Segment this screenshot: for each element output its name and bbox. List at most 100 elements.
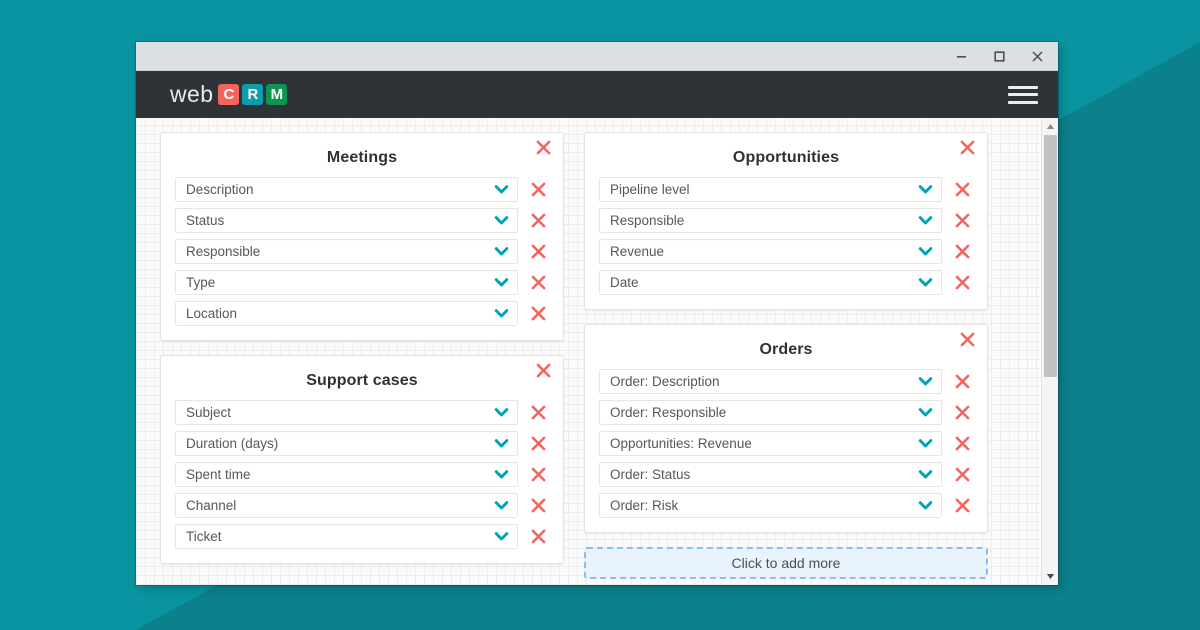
scrollbar-up-button[interactable] — [1042, 118, 1059, 135]
delete-x-icon — [955, 182, 970, 197]
field-select[interactable]: Order: Description — [599, 369, 942, 394]
delete-x-icon — [531, 275, 546, 290]
field-select[interactable]: Ticket — [175, 524, 518, 549]
field-delete-button[interactable] — [528, 274, 549, 291]
field-delete-button[interactable] — [952, 274, 973, 291]
delete-x-icon — [955, 436, 970, 451]
field-delete-button[interactable] — [528, 243, 549, 260]
field-select-label: Revenue — [610, 244, 665, 259]
field-delete-button[interactable] — [952, 373, 973, 390]
add-more-label: Click to add more — [731, 555, 841, 571]
panel-meetings: Meetings Description Status Responsible Type… — [160, 132, 564, 341]
field-delete-button[interactable] — [952, 497, 973, 514]
field-select-label: Ticket — [186, 529, 222, 544]
panel-close-icon — [536, 363, 551, 378]
panel-opportunities: Opportunities Pipeline level Responsible Re… — [584, 132, 988, 310]
scrollbar-track[interactable] — [1042, 135, 1059, 568]
hamburger-bar-3 — [1008, 100, 1038, 104]
field-select-label: Pipeline level — [610, 182, 690, 197]
scrollbar-thumb[interactable] — [1043, 135, 1057, 378]
chevron-down-icon — [918, 438, 933, 449]
hamburger-bar-1 — [1008, 85, 1038, 89]
field-select[interactable]: Order: Responsible — [599, 400, 942, 425]
window-close-button[interactable] — [1018, 42, 1056, 70]
field-delete-button[interactable] — [528, 528, 549, 545]
field-select-label: Status — [186, 213, 225, 228]
logo-tile-r: R — [242, 84, 264, 105]
panel-title: Meetings — [326, 149, 398, 166]
field-select[interactable]: Pipeline level — [599, 177, 942, 202]
field-select[interactable]: Opportunities: Revenue — [599, 431, 942, 456]
field-row: Order: Description — [599, 369, 973, 394]
delete-x-icon — [955, 405, 970, 420]
hamburger-bar-2 — [1008, 93, 1038, 96]
field-delete-button[interactable] — [528, 212, 549, 229]
panel-close-button[interactable] — [535, 362, 552, 379]
field-row: Description — [175, 177, 549, 202]
field-delete-button[interactable] — [952, 181, 973, 198]
panel-orders: Orders Order: Description Order: Responsib… — [584, 324, 988, 533]
window-maximize-button[interactable] — [980, 42, 1018, 70]
minimize-icon — [956, 55, 966, 58]
field-row: Status — [175, 208, 549, 233]
field-select[interactable]: Date — [599, 270, 942, 295]
field-select[interactable]: Spent time — [175, 462, 518, 487]
webcrm-logo[interactable]: web C R M — [170, 81, 290, 108]
field-select-label: Order: Responsible — [610, 405, 727, 420]
field-delete-button[interactable] — [952, 404, 973, 421]
field-select[interactable]: Order: Status — [599, 462, 942, 487]
field-delete-button[interactable] — [952, 212, 973, 229]
field-select[interactable]: Location — [175, 301, 518, 326]
chevron-down-icon — [918, 277, 933, 288]
delete-x-icon — [955, 467, 970, 482]
hamburger-menu-icon[interactable] — [1008, 84, 1038, 106]
delete-x-icon — [531, 244, 546, 259]
field-delete-button[interactable] — [528, 305, 549, 322]
delete-x-icon — [955, 213, 970, 228]
chevron-down-icon — [494, 308, 509, 319]
field-delete-button[interactable] — [528, 466, 549, 483]
panel-close-button[interactable] — [959, 331, 976, 348]
field-select[interactable]: Duration (days) — [175, 431, 518, 456]
field-select[interactable]: Order: Risk — [599, 493, 942, 518]
vertical-scrollbar[interactable] — [1041, 118, 1058, 585]
field-delete-button[interactable] — [528, 435, 549, 452]
chevron-down-icon — [494, 407, 509, 418]
field-row: Channel — [175, 493, 549, 518]
field-select[interactable]: Responsible — [599, 208, 942, 233]
field-select[interactable]: Description — [175, 177, 518, 202]
field-delete-button[interactable] — [528, 181, 549, 198]
field-select-label: Type — [186, 275, 216, 290]
field-delete-button[interactable] — [952, 243, 973, 260]
field-select-label: Duration (days) — [186, 436, 279, 451]
field-select-label: Responsible — [610, 213, 685, 228]
panel-close-button[interactable] — [535, 139, 552, 156]
caret-up-icon — [1046, 124, 1054, 129]
field-row: Ticket — [175, 524, 549, 549]
field-select[interactable]: Responsible — [175, 239, 518, 264]
chevron-down-icon — [494, 184, 509, 195]
field-delete-button[interactable] — [952, 466, 973, 483]
field-row: Revenue — [599, 239, 973, 264]
field-row: Spent time — [175, 462, 549, 487]
field-select[interactable]: Status — [175, 208, 518, 233]
field-select[interactable]: Subject — [175, 400, 518, 425]
field-delete-button[interactable] — [528, 404, 549, 421]
scrollbar-down-button[interactable] — [1042, 568, 1059, 585]
field-delete-button[interactable] — [952, 435, 973, 452]
chevron-down-icon — [494, 215, 509, 226]
delete-x-icon — [955, 275, 970, 290]
field-delete-button[interactable] — [528, 497, 549, 514]
field-row: Order: Status — [599, 462, 973, 487]
window-titlebar — [136, 42, 1058, 71]
field-select[interactable]: Type — [175, 270, 518, 295]
field-select-label: Channel — [186, 498, 237, 513]
panel-close-button[interactable] — [959, 139, 976, 156]
window-minimize-button[interactable] — [942, 42, 980, 70]
add-more-button[interactable]: Click to add more — [584, 547, 988, 579]
field-row: Responsible — [599, 208, 973, 233]
chevron-down-icon — [494, 500, 509, 511]
field-select[interactable]: Channel — [175, 493, 518, 518]
field-select[interactable]: Revenue — [599, 239, 942, 264]
field-row: Subject — [175, 400, 549, 425]
